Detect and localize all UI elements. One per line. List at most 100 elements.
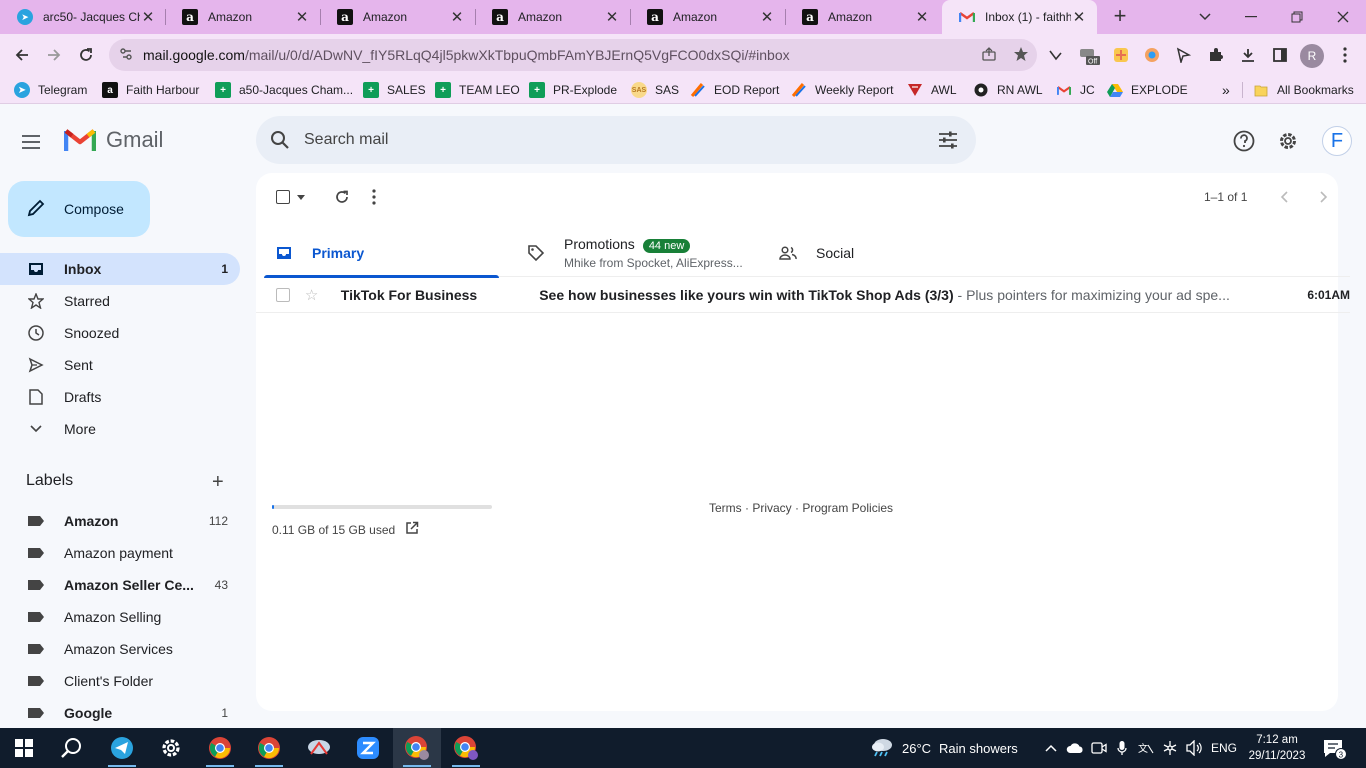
input-method-icon[interactable]: 文 (1135, 728, 1157, 768)
taskbar-chrome-profile-icon[interactable] (442, 728, 490, 768)
nav-more[interactable]: More (0, 413, 240, 445)
main-menu-icon[interactable] (22, 130, 50, 154)
browser-tab-telegram[interactable]: ➤ arc50- Jacques Cha ✕ (0, 0, 166, 34)
close-tab-icon[interactable]: ✕ (1071, 8, 1087, 26)
tab-search-icon[interactable] (1182, 0, 1228, 34)
extension-cursor-icon[interactable] (1172, 44, 1194, 66)
help-icon[interactable] (1231, 128, 1257, 154)
bookmark-pr-explode[interactable]: + PR-Explode (529, 81, 617, 99)
tray-overflow-icon[interactable] (1042, 728, 1060, 768)
close-tab-icon[interactable]: ✕ (140, 8, 156, 26)
share-icon[interactable] (973, 46, 1005, 65)
minimize-button[interactable] (1228, 0, 1274, 34)
email-checkbox[interactable] (276, 287, 290, 302)
account-avatar[interactable]: F (1322, 126, 1352, 156)
bookmarks-overflow-icon[interactable]: » (1222, 81, 1230, 99)
browser-profile-avatar[interactable]: R (1300, 44, 1324, 68)
compose-button[interactable]: Compose (8, 181, 150, 237)
close-tab-icon[interactable]: ✕ (759, 8, 775, 26)
bookmark-sales[interactable]: + SALES (363, 81, 426, 99)
bookmark-faith-harbour[interactable]: a Faith Harbour (102, 81, 199, 99)
weather-widget[interactable]: 26°C Rain showers (870, 728, 1018, 768)
taskbar-chrome-profile-icon[interactable] (393, 728, 441, 768)
browser-tab-amazon[interactable]: a Amazon ✕ (785, 0, 940, 34)
email-row[interactable]: ☆ TikTok For Business See how businesses… (256, 277, 1350, 313)
more-actions-icon[interactable] (372, 187, 376, 207)
bookmark-sas[interactable]: SAS SAS (631, 81, 679, 99)
address-bar[interactable]: mail.google.com/mail/u/0/d/ADwNV_fIY5RLq… (109, 39, 1037, 71)
reload-icon[interactable] (72, 41, 100, 69)
bookmark-eod-report[interactable]: EOD Report (690, 81, 779, 99)
browser-tab-amazon[interactable]: a Amazon ✕ (475, 0, 630, 34)
extension-off-icon[interactable]: Off (1078, 44, 1100, 66)
older-page-icon[interactable] (1316, 189, 1332, 205)
new-tab-button[interactable]: + (1108, 5, 1132, 29)
external-link-icon[interactable] (405, 521, 419, 538)
extension-circle-icon[interactable] (1141, 44, 1163, 66)
side-panel-icon[interactable] (1269, 44, 1291, 66)
label-amazon[interactable]: Amazon 112 (0, 505, 240, 537)
bookmark-star-icon[interactable] (1005, 46, 1037, 65)
storage-usage[interactable]: 0.11 GB of 15 GB used (272, 521, 419, 538)
camera-icon[interactable] (1088, 728, 1110, 768)
label-amazon-seller-central[interactable]: Amazon Seller Ce... 43 (0, 569, 240, 601)
forward-icon[interactable] (40, 41, 68, 69)
bookmark-rn-awl[interactable]: RN AWL (973, 81, 1043, 99)
onedrive-icon[interactable] (1064, 728, 1086, 768)
nav-snoozed[interactable]: Snoozed (0, 317, 240, 349)
browser-tab-amazon[interactable]: a Amazon ✕ (320, 0, 475, 34)
close-tab-icon[interactable]: ✕ (294, 8, 310, 26)
taskbar-snipping-icon[interactable] (295, 728, 343, 768)
extensions-puzzle-icon[interactable] (1205, 44, 1227, 66)
notification-center-icon[interactable]: 3 (1322, 736, 1347, 760)
back-icon[interactable] (8, 41, 36, 69)
taskbar-chrome-icon[interactable] (196, 728, 244, 768)
chrome-menu-icon[interactable] (1334, 44, 1356, 66)
nav-starred[interactable]: Starred (0, 285, 240, 317)
taskbar-chrome-icon[interactable] (245, 728, 293, 768)
tab-social[interactable]: Social (778, 229, 1013, 277)
extension-boost-icon[interactable] (1110, 44, 1132, 66)
add-label-icon[interactable]: + (212, 472, 224, 492)
bookmark-weekly-report[interactable]: Weekly Report (791, 81, 893, 99)
taskbar-clock[interactable]: 7:12 am 29/11/2023 (1245, 732, 1309, 764)
taskbar-telegram-icon[interactable] (98, 728, 146, 768)
volume-icon[interactable] (1183, 728, 1205, 768)
settings-gear-icon[interactable] (1275, 128, 1301, 154)
windows-start-icon[interactable] (0, 728, 48, 768)
site-info-icon[interactable] (109, 47, 143, 64)
close-tab-icon[interactable]: ✕ (604, 8, 620, 26)
taskbar-search-icon[interactable] (48, 728, 96, 768)
close-tab-icon[interactable]: ✕ (914, 8, 930, 26)
star-icon[interactable]: ☆ (305, 286, 321, 304)
search-icon[interactable] (256, 130, 304, 150)
download-icon[interactable] (1237, 44, 1259, 66)
search-input[interactable] (304, 131, 920, 149)
bookmark-jc[interactable]: JC (1056, 81, 1095, 99)
nav-drafts[interactable]: Drafts (0, 381, 240, 413)
browser-tab-amazon[interactable]: a Amazon ✕ (630, 0, 785, 34)
bookmark-a50-jacques[interactable]: + a50-Jacques Cham... (215, 81, 353, 99)
browser-tab-amazon[interactable]: a Amazon ✕ (165, 0, 320, 34)
taskbar-zoom-icon[interactable] (344, 728, 392, 768)
nav-sent[interactable]: Sent (0, 349, 240, 381)
restore-button[interactable] (1274, 0, 1320, 34)
extension-arrow-icon[interactable] (1044, 44, 1066, 66)
footer-links[interactable]: Terms · Privacy · Program Policies (709, 501, 893, 515)
label-google[interactable]: Google 1 (0, 697, 240, 729)
search-options-icon[interactable] (920, 131, 976, 149)
select-dropdown-icon[interactable] (295, 189, 307, 205)
refresh-icon[interactable] (332, 187, 352, 207)
bookmark-explode[interactable]: EXPLODE (1107, 81, 1188, 99)
language-indicator[interactable]: ENG (1208, 728, 1240, 768)
tab-promotions[interactable]: Promotions 44 new Mhike from Spocket, Ali… (526, 229, 761, 277)
microphone-icon[interactable] (1112, 728, 1132, 768)
label-amazon-selling[interactable]: Amazon Selling (0, 601, 240, 633)
label-amazon-payment[interactable]: Amazon payment (0, 537, 240, 569)
bookmark-team-leo[interactable]: + TEAM LEO (435, 81, 520, 99)
bookmark-awl[interactable]: AWL (907, 81, 957, 99)
all-bookmarks-folder[interactable]: All Bookmarks (1253, 81, 1354, 99)
close-tab-icon[interactable]: ✕ (449, 8, 465, 26)
taskbar-settings-icon[interactable] (147, 728, 195, 768)
select-all-checkbox[interactable] (274, 189, 292, 205)
